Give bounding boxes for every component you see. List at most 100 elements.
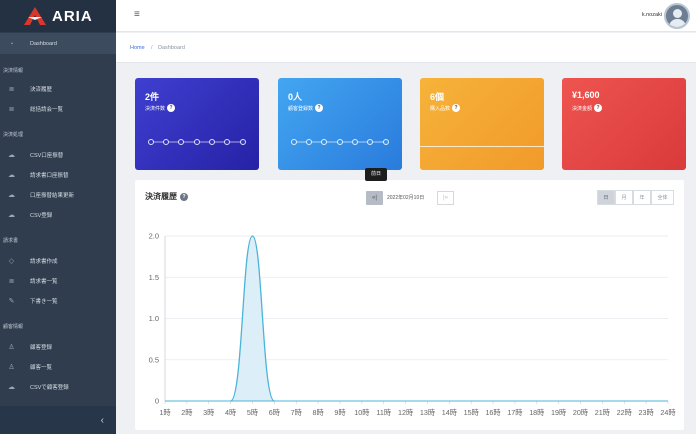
sparkline-dots [148, 139, 246, 145]
sparkline-dots [291, 139, 389, 145]
avatar[interactable] [664, 3, 690, 29]
pencil-icon: ✎ [8, 297, 15, 305]
x-tick-label: 11時 [376, 408, 391, 417]
stat-label: 購入品数 [430, 105, 451, 112]
sidebar: ARIA ◔ Dashboard 決済情報 ≣ 決済履歴 ≣ 総括請会一覧 決済… [0, 0, 116, 434]
upload-icon: ☁ [8, 151, 15, 159]
breadcrumb: Home / Dashboard [116, 33, 696, 63]
sidebar-section-title: 決済情報 [3, 68, 24, 74]
stat-card-payment-amount: ¥1,600 決済金額? [562, 78, 686, 170]
breadcrumb-current: Dashboard [158, 45, 185, 51]
aria-logo-icon [24, 7, 46, 25]
x-tick-label: 7時 [291, 408, 302, 417]
sidebar-item-csv-register[interactable]: ☁ CSV登録 [0, 206, 116, 224]
sidebar-item-create-invoice[interactable]: ◇ 請求書作成 [0, 252, 116, 270]
x-tick-label: 1時 [159, 408, 170, 417]
sidebar-item-label: CSV登録 [30, 213, 53, 219]
sidebar-item-label: 下書き一覧 [30, 299, 58, 305]
stat-label-row: 決済件数? [145, 104, 176, 112]
logo[interactable]: ARIA [0, 0, 116, 32]
diamond-icon: ◇ [8, 257, 15, 265]
upload-icon: ☁ [8, 383, 15, 391]
stat-label-row: 顧客登録数? [288, 104, 324, 112]
sidebar-item-invoice-list[interactable]: ≣ 請求書一覧 [0, 272, 116, 290]
users-icon: ♙ [8, 363, 15, 371]
sidebar-footer: ‹ [0, 406, 116, 434]
x-tick-label: 5時 [247, 408, 258, 417]
help-icon[interactable]: ? [452, 104, 461, 112]
help-icon[interactable]: ? [315, 104, 324, 112]
x-tick-label: 17時 [507, 408, 522, 417]
sidebar-item-label: Dashboard [30, 41, 57, 47]
x-tick-label: 10時 [354, 408, 369, 417]
stat-card-payment-count: 2件 決済件数? [135, 78, 259, 170]
avatar-head [673, 9, 682, 18]
sidebar-item-label: 顧客登録 [30, 345, 53, 351]
sidebar-item-customer-list[interactable]: ♙ 顧客一覧 [0, 358, 116, 376]
x-tick-label: 18時 [529, 408, 544, 417]
x-tick-label: 12時 [398, 408, 413, 417]
x-tick-label: 2時 [181, 408, 192, 417]
sidebar-item-invoice-transfer[interactable]: ☁ 請求書口座振替 [0, 166, 116, 184]
sidebar-item-customer-register[interactable]: ♙ 顧客登録 [0, 338, 116, 356]
avatar-body [669, 19, 686, 27]
sidebar-item-label: CSV口座振替 [30, 153, 64, 159]
x-tick-label: 21時 [595, 408, 610, 417]
sidebar-section-title: 決済処理 [3, 132, 24, 138]
sidebar-item-payment-history[interactable]: ≣ 決済履歴 [0, 80, 116, 98]
x-tick-label: 9時 [334, 408, 345, 417]
x-tick-label: 24時 [660, 408, 675, 417]
help-icon[interactable]: ? [594, 104, 603, 112]
upload-icon: ☁ [8, 211, 15, 219]
document-icon: ≣ [8, 105, 15, 113]
help-icon[interactable]: ? [167, 104, 176, 112]
sidebar-item-transfer-result-update[interactable]: ☁ 口座振替結果更新 [0, 186, 116, 204]
sparkline-line [420, 146, 544, 147]
document-icon: ≣ [8, 277, 15, 285]
username[interactable]: k.nozaki [642, 12, 662, 18]
x-tick-label: 15時 [464, 408, 479, 417]
previous-day-tooltip: 前日 [365, 168, 387, 181]
stat-label: 顧客登録数 [288, 105, 314, 112]
sidebar-item-dashboard[interactable]: ◔ Dashboard [0, 35, 116, 53]
stat-card-customer-count: 0人 顧客登録数? [278, 78, 402, 170]
stat-value: ¥1,600 [572, 90, 600, 100]
stat-value: 0人 [288, 92, 303, 102]
y-tick-label: 1.5 [149, 273, 159, 282]
x-tick-label: 16時 [485, 408, 500, 417]
payment-history-panel: 決済履歴 ? «| 2022年02月10日 |» 日 月 年 全体 0 0.5 1.… [135, 180, 684, 430]
sidebar-item-label: 口座振替結果更新 [30, 193, 75, 199]
sidebar-item-summary-list[interactable]: ≣ 総括請会一覧 [0, 100, 116, 118]
upload-icon: ☁ [8, 171, 15, 179]
x-tick-label: 14時 [442, 408, 457, 417]
stat-value: 2件 [145, 92, 160, 102]
stat-label: 決済金額 [572, 105, 593, 112]
stat-label-row: 決済金額? [572, 104, 603, 112]
stat-label: 決済件数 [145, 105, 166, 112]
sidebar-item-label: 請求書口座振替 [30, 173, 69, 179]
x-tick-label: 19時 [551, 408, 566, 417]
x-tick-label: 3時 [203, 408, 214, 417]
x-tick-label: 13時 [420, 408, 435, 417]
sidebar-item-draft-list[interactable]: ✎ 下書き一覧 [0, 292, 116, 310]
stat-card-item-count: 6個 購入品数? [420, 78, 544, 170]
hamburger-icon[interactable]: ≡ [134, 9, 140, 20]
breadcrumb-home-link[interactable]: Home [130, 45, 145, 51]
x-tick-label: 4時 [225, 408, 236, 417]
sidebar-item-label: 顧客一覧 [30, 365, 53, 371]
dashboard-icon: ◔ [9, 40, 14, 48]
sidebar-item-csv-customer-register[interactable]: ☁ CSVで顧客登録 [0, 378, 116, 396]
x-tick-label: 20時 [573, 408, 588, 417]
x-tick-label: 6時 [269, 408, 280, 417]
y-tick-label: 1.0 [149, 314, 159, 323]
sidebar-section-title: 請求書 [3, 238, 19, 244]
breadcrumb-separator: / [151, 45, 153, 51]
sidebar-section-title: 顧客情報 [3, 324, 24, 330]
chevron-left-icon[interactable]: ‹ [101, 415, 104, 426]
sidebar-item-csv-transfer[interactable]: ☁ CSV口座振替 [0, 146, 116, 164]
stat-value: 6個 [430, 92, 445, 102]
stat-label-row: 購入品数? [430, 104, 461, 112]
sidebar-item-label: 請求書作成 [30, 259, 58, 265]
document-icon: ≣ [8, 85, 15, 93]
upload-icon: ☁ [8, 191, 15, 199]
